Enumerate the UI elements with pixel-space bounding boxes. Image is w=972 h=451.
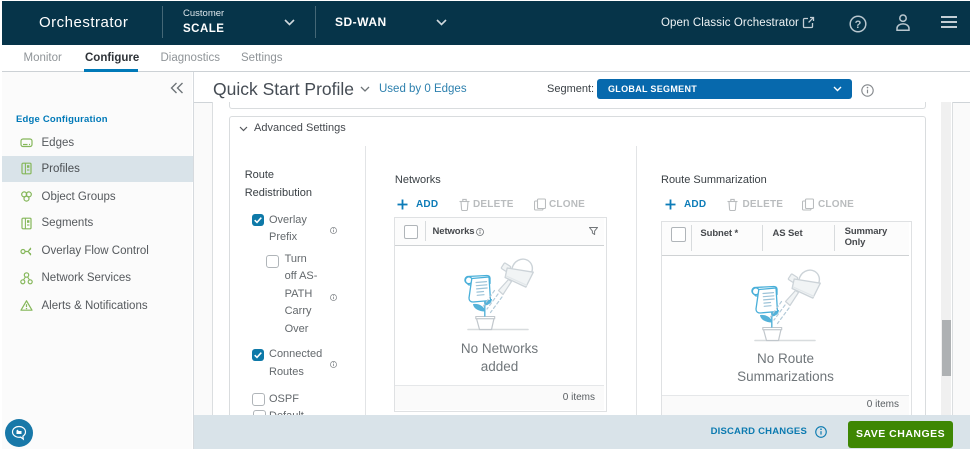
svg-text:?: ? xyxy=(855,19,862,31)
